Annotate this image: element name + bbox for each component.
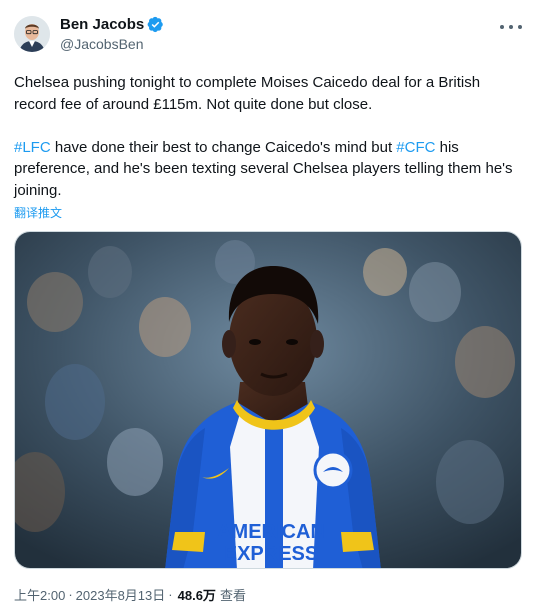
author-handle[interactable]: @JacobsBen (60, 36, 164, 52)
translate-tweet-link[interactable]: 翻译推文 (14, 204, 62, 221)
tweet-text: Chelsea pushing tonight to complete Mois… (14, 72, 520, 201)
shirt-sponsor-line2: EXPRESS (224, 543, 318, 565)
verified-badge-icon[interactable] (147, 16, 164, 33)
tweet-paragraph-1: Chelsea pushing tonight to complete Mois… (14, 74, 481, 113)
avatar[interactable] (14, 16, 50, 52)
tweet-paragraph-2: #LFC have done their best to change Caic… (14, 137, 520, 202)
tweet-text-mid: have done their best to change Caicedo's… (50, 138, 397, 156)
avatar-image (14, 16, 50, 52)
meta-separator: · (68, 587, 73, 602)
tweet-meta: 上午2:00 · 2023年8月13日 · 48.6万 查看 (14, 585, 246, 604)
more-options-icon[interactable] (500, 18, 522, 36)
author-name[interactable]: Ben Jacobs (60, 16, 144, 33)
author-name-row: Ben Jacobs (60, 15, 164, 34)
hashtag-cfc-link[interactable]: #CFC (396, 139, 435, 156)
tweet-time[interactable]: 上午2:00 (14, 585, 65, 604)
hashtag-lfc-link[interactable]: #LFC (14, 139, 51, 156)
tweet-photo[interactable]: AMERICAN EXPRESS (14, 231, 522, 569)
shirt-sponsor-line1: AMERICAN (217, 521, 325, 543)
tweet-card: Ben Jacobs @JacobsBen Chelsea pushing to… (0, 0, 534, 608)
tweet-date[interactable]: 2023年8月13日 (76, 585, 166, 604)
author-block: Ben Jacobs @JacobsBen (60, 15, 164, 52)
views-count[interactable]: 48.6万 (178, 585, 216, 604)
views-label: 查看 (219, 588, 246, 603)
player-photo-image: AMERICAN EXPRESS (15, 232, 521, 568)
ecuador-flag-icon (63, 183, 81, 196)
meta-separator-2: · (168, 587, 173, 602)
